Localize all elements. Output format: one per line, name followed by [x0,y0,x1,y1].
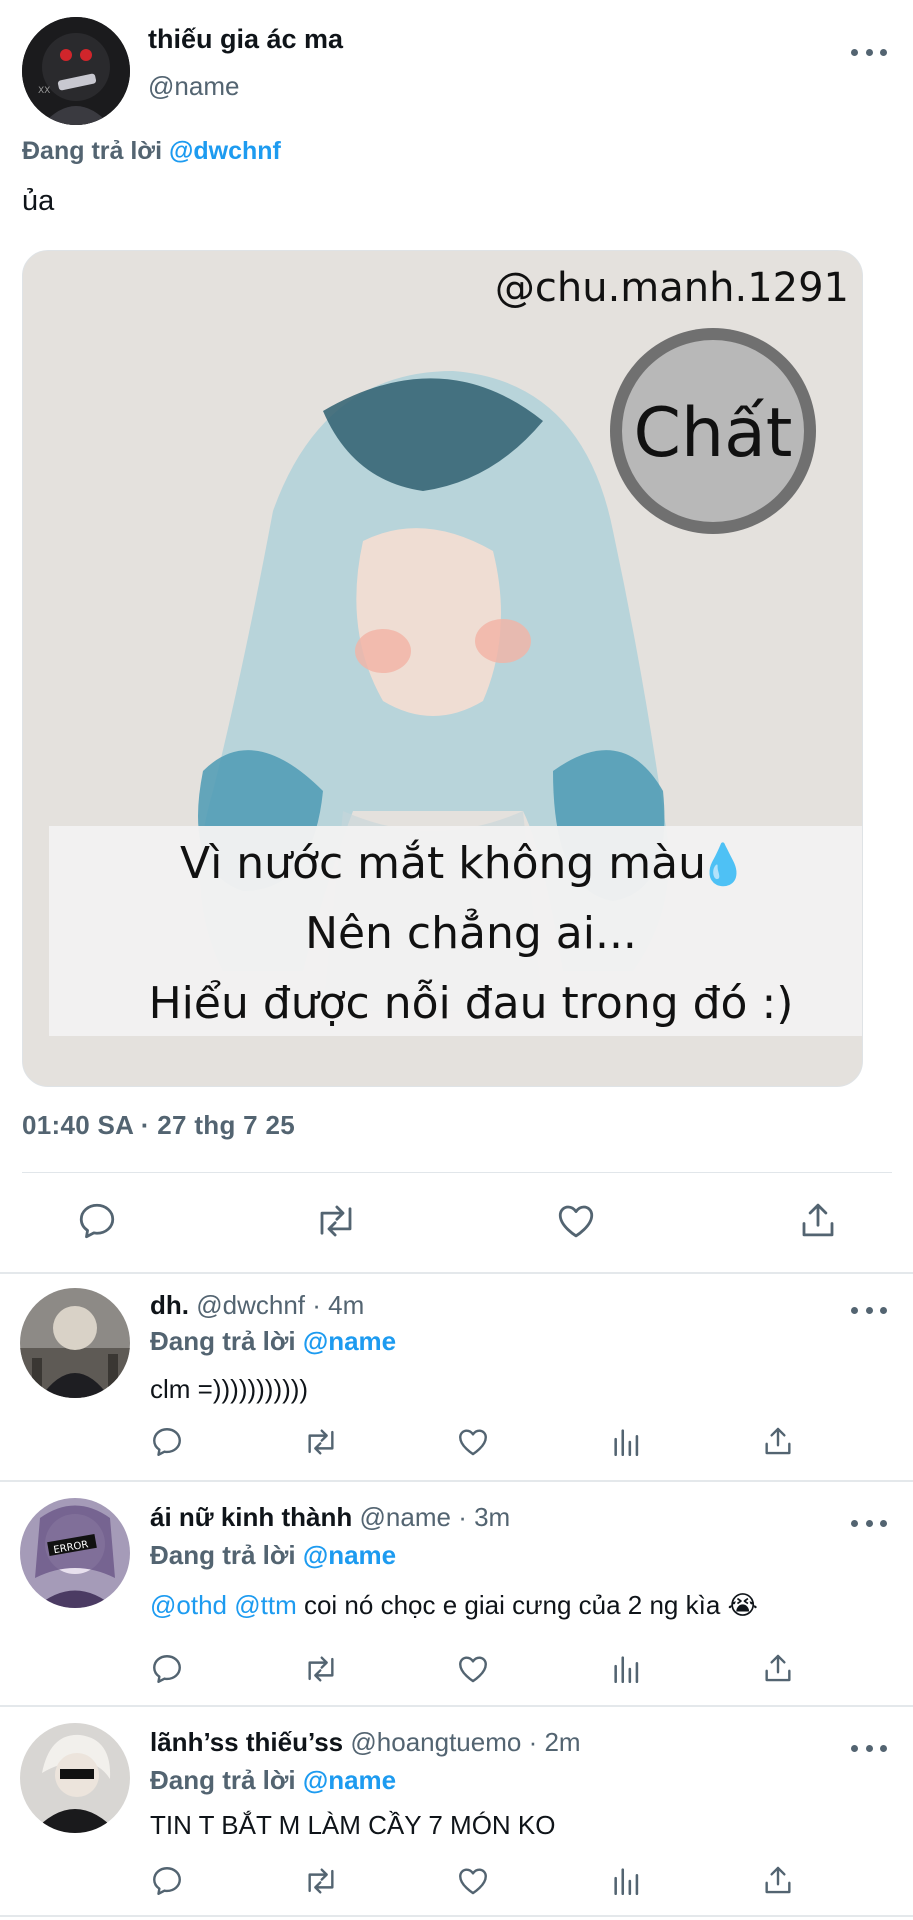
svg-text:XX: XX [38,86,50,96]
tweet-text: ủa [22,185,55,217]
relative-time[interactable]: · 2m [529,1727,581,1757]
reply-button[interactable] [150,1864,184,1898]
retweet-icon [308,1656,334,1682]
mention-link[interactable]: @othd [150,1590,227,1620]
views-button[interactable] [610,1425,644,1459]
like-button[interactable] [456,1864,490,1898]
replying-to: Đang trả lời @name [150,1765,396,1796]
views-icon [614,1429,639,1457]
more-icon[interactable] [851,1742,887,1754]
avatar-image [20,1723,130,1833]
share-icon [765,1866,791,1894]
reply-tweet[interactable]: ERROR ái nữ kinh thành @name · 3m Đang t… [0,1482,913,1704]
avatar-image [20,1288,130,1398]
replying-to: Đang trả lời @name [150,1326,396,1357]
display-name[interactable]: dh. [150,1290,189,1320]
display-name[interactable]: lãnh’ss thiếu’ss [150,1727,343,1757]
like-button[interactable] [555,1200,597,1242]
reply-button[interactable] [76,1200,118,1242]
image-badge-text: Chất [634,394,793,473]
retweet-button[interactable] [313,1200,359,1242]
heart-icon [558,1205,594,1238]
more-icon[interactable] [851,46,887,58]
tweet-timestamp[interactable]: 01:40 SA · 27 thg 7 25 [22,1110,295,1141]
relative-time[interactable]: · 3m [458,1502,510,1532]
image-watermark: @chu.manh.1291 [495,265,849,311]
reply-button[interactable] [150,1652,184,1686]
share-button[interactable] [797,1198,839,1242]
replying-mention[interactable]: @dwchnf [169,137,281,165]
reply-icon [153,1655,181,1683]
image-caption-line-3: Hiểu được nỗi đau trong đó :) [149,978,794,1029]
replying-to: Đang trả lời @name [150,1540,396,1571]
reply-tweet[interactable]: lãnh’ss thiếu’ss @hoangtuemo · 2m Đang t… [0,1707,913,1920]
handle[interactable]: @name [148,71,239,102]
replying-prefix: Đang trả lời [22,137,163,165]
handle[interactable]: @hoangtuemo [350,1727,521,1757]
handle[interactable]: @name [360,1502,451,1532]
like-button[interactable] [456,1425,490,1459]
retweet-icon [308,1868,334,1894]
replying-prefix: Đang trả lời [150,1765,296,1795]
reply-icon [153,1428,181,1456]
handle[interactable]: @dwchnf [196,1290,305,1320]
views-button[interactable] [610,1652,644,1686]
replying-mention[interactable]: @name [303,1540,396,1570]
heart-icon [459,1656,487,1683]
replying-mention[interactable]: @name [303,1765,396,1795]
reply-meta: lãnh’ss thiếu’ss @hoangtuemo · 2m [150,1727,581,1758]
reply-text: TIN T BẮT M LÀM CẦY 7 MÓN KO [150,1810,556,1840]
avatar-image: ERROR [20,1498,130,1608]
display-name[interactable]: ái nữ kinh thành [150,1502,352,1532]
like-button[interactable] [456,1652,490,1686]
views-icon [614,1656,639,1684]
share-button[interactable] [761,1423,795,1459]
retweet-button[interactable] [302,1864,340,1898]
views-icon [614,1868,639,1896]
views-button[interactable] [610,1864,644,1898]
replying-mention[interactable]: @name [303,1326,396,1356]
share-button[interactable] [761,1862,795,1898]
reply-text-body: coi nó chọc e giai cưng của 2 ng kìa 😭 [303,1590,758,1620]
avatar[interactable] [20,1723,130,1833]
share-button[interactable] [761,1650,795,1686]
reply-button[interactable] [150,1425,184,1459]
avatar[interactable]: ERROR [20,1498,130,1608]
more-icon[interactable] [851,1517,887,1529]
retweet-button[interactable] [302,1652,340,1686]
heart-icon [459,1429,487,1456]
share-icon [765,1427,791,1455]
retweet-button[interactable] [302,1425,340,1459]
water-drop-icon: 💧 [698,841,748,888]
avatar[interactable]: XX [22,17,130,125]
divider [22,1172,892,1173]
replying-to: Đang trả lời @dwchnf [22,137,281,166]
share-icon [802,1203,834,1237]
retweet-icon [308,1429,334,1455]
avatar[interactable] [20,1288,130,1398]
share-icon [765,1654,791,1682]
display-name[interactable]: thiếu gia ác ma [148,24,343,55]
reply-meta: ái nữ kinh thành @name · 3m [150,1502,510,1533]
reply-text: clm =))))))))))) [150,1374,309,1404]
more-icon[interactable] [851,1304,887,1316]
retweet-icon [320,1205,352,1237]
replying-prefix: Đang trả lời [150,1326,296,1356]
relative-time[interactable]: · 4m [312,1290,364,1320]
reply-divider [0,1915,913,1917]
replying-prefix: Đang trả lời [150,1540,296,1570]
tweet-image[interactable]: Chất @chu.manh.1291 Vì nước mắt không mà… [22,250,863,1087]
heart-icon [459,1868,487,1895]
reply-meta: dh. @dwchnf · 4m [150,1290,364,1321]
image-caption-line-2: Nên chẳng ai... [305,908,637,959]
reply-icon [153,1867,181,1895]
image-caption-line-1: Vì nước mắt không màu [180,838,706,889]
reply-tweet[interactable]: dh. @dwchnf · 4m Đang trả lời @name clm … [0,1274,913,1479]
avatar-image: XX [22,17,130,125]
reply-text: @othd @ttm coi nó chọc e giai cưng của 2… [150,1590,758,1621]
tweet-image-art: Chất @chu.manh.1291 Vì nước mắt không mà… [23,251,862,1086]
reply-icon [79,1203,115,1239]
mention-link[interactable]: @ttm [234,1590,297,1620]
